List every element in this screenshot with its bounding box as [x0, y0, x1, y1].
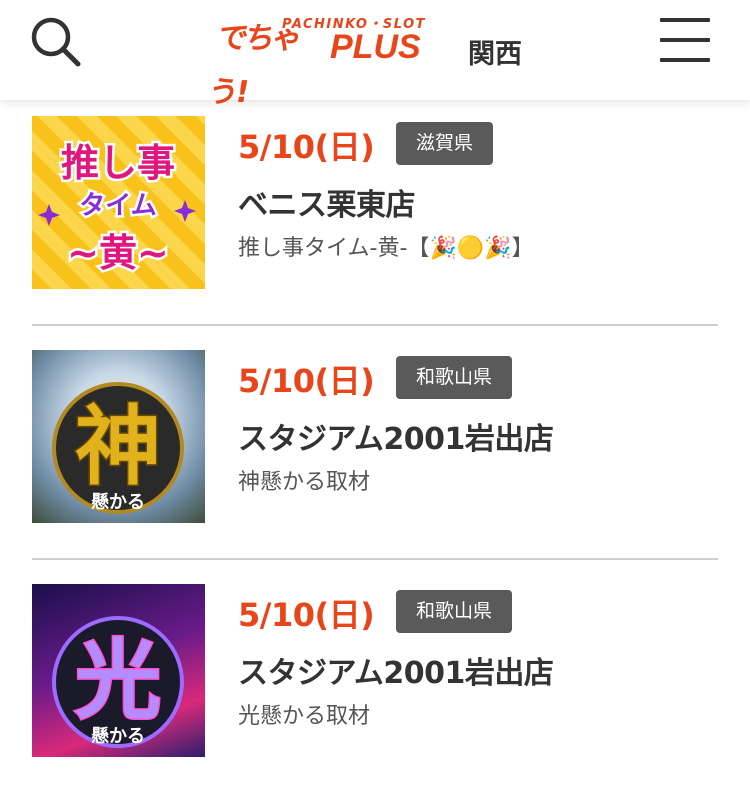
- prefecture-badge: 和歌山県: [396, 356, 513, 399]
- thumbnail-art: 神 懸かる: [52, 382, 184, 514]
- prefecture-badge: 和歌山県: [396, 590, 513, 633]
- event-title: 光懸かる取材: [238, 704, 371, 729]
- thumbnail-art: 推し事 タイム ~黄~: [38, 139, 196, 278]
- list-item[interactable]: 神 懸かる 5/10(日) 和歌山県 スタジアム2001岩出店 神懸かる取材: [0, 334, 750, 568]
- logo-region: 関西: [468, 39, 522, 70]
- hamburger-icon-line: [660, 38, 710, 42]
- list-item[interactable]: 推し事 タイム ~黄~ 5/10(日) 滋賀県 ベニス栗東店 推し事タイム-黄-…: [0, 100, 750, 334]
- logo-plus: PLUS: [330, 28, 421, 66]
- event-thumbnail: 推し事 タイム ~黄~: [32, 116, 205, 289]
- event-date: 5/10(日): [238, 128, 375, 166]
- event-thumbnail: 光 懸かる: [32, 584, 205, 757]
- shop-name: スタジアム2001岩出店: [238, 656, 554, 691]
- event-title: 神懸かる取材: [238, 470, 371, 495]
- list-item[interactable]: 光 懸かる 5/10(日) 和歌山県 スタジアム2001岩出店 光懸かる取材: [0, 568, 750, 791]
- event-date: 5/10(日): [238, 362, 375, 400]
- divider: [32, 558, 718, 560]
- search-icon: [31, 17, 81, 67]
- search-button[interactable]: [28, 14, 84, 70]
- event-thumbnail: 神 懸かる: [32, 350, 205, 523]
- header: でちゃう! PACHINKO・SLOT PLUS 関西: [0, 0, 750, 110]
- svg-text:~黄~: ~黄~: [67, 231, 169, 275]
- shop-name: スタジアム2001岩出店: [238, 422, 554, 457]
- thumbnail-art: 光 懸かる: [52, 616, 184, 748]
- svg-text:懸かる: 懸かる: [91, 492, 145, 513]
- shop-name: ベニス栗東店: [238, 188, 416, 223]
- svg-text:タイム: タイム: [79, 191, 156, 221]
- divider: [32, 324, 718, 326]
- svg-text:光: 光: [75, 631, 161, 731]
- event-title: 推し事タイム-黄-【🎉🟡🎉】: [238, 236, 534, 261]
- hamburger-icon: [660, 18, 710, 22]
- svg-text:神: 神: [75, 397, 161, 497]
- svg-text:推し事: 推し事: [61, 141, 175, 185]
- event-date: 5/10(日): [238, 596, 375, 634]
- prefecture-badge: 滋賀県: [396, 122, 494, 165]
- site-logo[interactable]: でちゃう! PACHINKO・SLOT PLUS 関西: [205, 6, 538, 110]
- svg-text:懸かる: 懸かる: [91, 726, 145, 747]
- hamburger-icon-line: [660, 58, 710, 62]
- menu-button[interactable]: [660, 16, 712, 64]
